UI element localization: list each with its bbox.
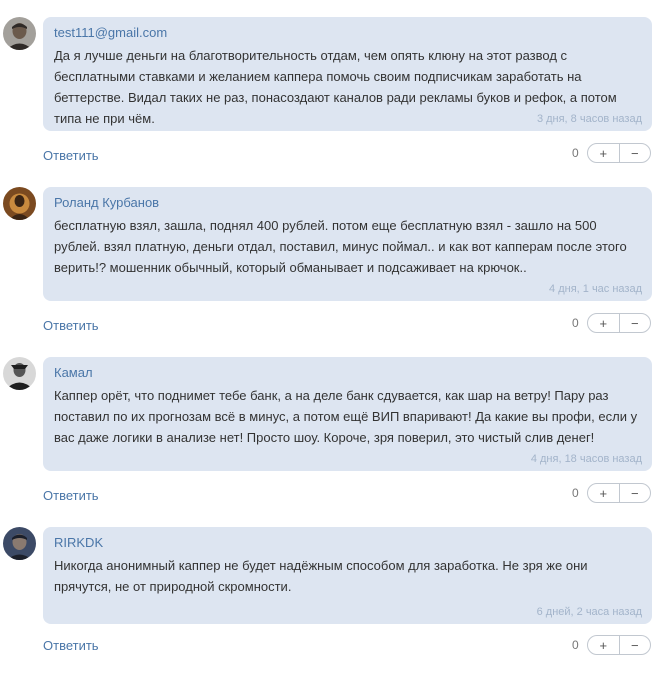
comment-text: Каппер орёт, что поднимет тебе банк, а н… — [54, 388, 638, 445]
downvote-button[interactable]: − — [618, 484, 651, 502]
upvote-button[interactable]: + — [588, 484, 619, 502]
vote-control: + − — [587, 635, 651, 655]
comment-bubble: Камал Каппер орёт, что поднимет тебе бан… — [43, 357, 652, 471]
comment-author[interactable]: RIRKDK — [54, 535, 103, 550]
avatar[interactable] — [3, 527, 36, 560]
comment-date: 4 дня, 18 часов назад — [530, 453, 642, 465]
comment-date: 4 дня, 1 час назад — [549, 283, 642, 295]
comment-item: test111@gmail.com Да я лучше деньги на б… — [0, 17, 658, 187]
upvote-button[interactable]: + — [588, 144, 619, 162]
avatar[interactable] — [3, 187, 36, 220]
comment-bubble: RIRKDK Никогда анонимный каппер не будет… — [43, 527, 652, 624]
comment-item: RIRKDK Никогда анонимный каппер не будет… — [0, 527, 658, 697]
comment-author[interactable]: Роланд Курбанов — [54, 195, 159, 210]
user-photo-icon — [3, 17, 36, 50]
downvote-button[interactable]: − — [618, 636, 651, 654]
comment-item: Камал Каппер орёт, что поднимет тебе бан… — [0, 357, 658, 527]
user-photo-icon — [3, 357, 36, 390]
vote-control: + − — [587, 483, 651, 503]
comment-bubble: Роланд Курбанов бесплатную взял, зашла, … — [43, 187, 652, 301]
comment-bubble: test111@gmail.com Да я лучше деньги на б… — [43, 17, 652, 131]
downvote-button[interactable]: − — [618, 314, 651, 332]
downvote-button[interactable]: − — [618, 144, 651, 162]
avatar[interactable] — [3, 17, 36, 50]
comment-date: 3 дня, 8 часов назад — [536, 113, 642, 125]
upvote-button[interactable]: + — [588, 314, 619, 332]
comment-author[interactable]: test111@gmail.com — [54, 25, 167, 40]
comment-author[interactable]: Камал — [54, 365, 93, 380]
user-photo-icon — [3, 527, 36, 560]
vote-control: + − — [587, 313, 651, 333]
user-photo-icon — [3, 187, 36, 220]
comment-text: бесплатную взял, зашла, поднял 400 рубле… — [54, 218, 627, 275]
reply-link[interactable]: Ответить — [43, 148, 99, 163]
comment-date: 6 дней, 2 часа назад — [536, 606, 642, 618]
reply-link[interactable]: Ответить — [43, 318, 99, 333]
vote-score: 0 — [572, 316, 579, 330]
avatar[interactable] — [3, 357, 36, 390]
comment-text: Никогда анонимный каппер не будет надёжн… — [54, 558, 588, 594]
comment-item: Роланд Курбанов бесплатную взял, зашла, … — [0, 187, 658, 357]
vote-score: 0 — [572, 486, 579, 500]
reply-link[interactable]: Ответить — [43, 488, 99, 503]
vote-score: 0 — [572, 146, 579, 160]
upvote-button[interactable]: + — [588, 636, 619, 654]
vote-score: 0 — [572, 638, 579, 652]
reply-link[interactable]: Ответить — [43, 638, 99, 653]
vote-control: + − — [587, 143, 651, 163]
